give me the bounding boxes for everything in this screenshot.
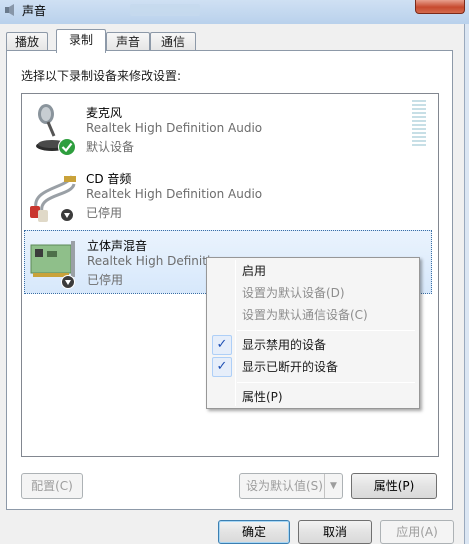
device-status: 已停用 bbox=[86, 206, 123, 220]
configure-button[interactable]: 配置(C) bbox=[21, 473, 83, 499]
device-description: Realtek High Definiti bbox=[87, 254, 211, 268]
window-title: 声音 bbox=[22, 4, 47, 18]
chevron-down-icon[interactable]: ▼ bbox=[324, 474, 342, 498]
ok-button[interactable]: 确定 bbox=[218, 520, 290, 544]
tab-sounds[interactable]: 声音 bbox=[106, 32, 150, 52]
menu-item-show-disabled[interactable]: ✓ 显示禁用的设备 bbox=[209, 334, 417, 356]
context-menu: 启用 设置为默认设备(D) 设置为默认通信设备(C) ✓ 显示禁用的设备 ✓ 显… bbox=[206, 257, 420, 409]
checkmark-icon: ✓ bbox=[212, 357, 232, 377]
device-name: CD 音频 bbox=[86, 172, 132, 186]
menu-item-show-disconnected[interactable]: ✓ 显示已断开的设备 bbox=[209, 356, 417, 378]
disabled-arrow-icon bbox=[60, 208, 74, 222]
apply-button[interactable]: 应用(A) bbox=[380, 520, 454, 544]
device-item-cd-audio[interactable]: CD 音频 Realtek High Definition Audio 已停用 bbox=[24, 164, 432, 228]
menu-item-label: 设置为默认设备(D) bbox=[242, 286, 345, 300]
set-default-split-button[interactable]: 设为默认值(S) ▼ bbox=[239, 473, 343, 499]
menu-item-properties[interactable]: 属性(P) bbox=[209, 386, 417, 408]
tab-playback[interactable]: 播放 bbox=[6, 32, 48, 52]
menu-item-label: 显示已断开的设备 bbox=[242, 360, 339, 374]
menu-separator bbox=[237, 382, 415, 383]
menu-item-label: 设置为默认通信设备(C) bbox=[242, 308, 368, 322]
device-status: 已停用 bbox=[87, 273, 124, 287]
checkmark-icon: ✓ bbox=[212, 335, 232, 355]
menu-item-enable[interactable]: 启用 bbox=[209, 260, 417, 282]
menu-item-set-default[interactable]: 设置为默认设备(D) bbox=[209, 282, 417, 304]
tab-communications[interactable]: 通信 bbox=[150, 32, 196, 52]
menu-separator bbox=[237, 330, 415, 331]
properties-button[interactable]: 属性(P) bbox=[351, 473, 437, 499]
device-status: 默认设备 bbox=[86, 140, 135, 154]
title-bar: 声音 bbox=[0, 0, 469, 24]
cancel-button[interactable]: 取消 bbox=[298, 520, 372, 544]
title-blur bbox=[130, 4, 200, 16]
speaker-icon bbox=[5, 4, 14, 16]
menu-item-label: 属性(P) bbox=[242, 390, 283, 404]
level-meter bbox=[412, 100, 426, 146]
default-check-icon bbox=[58, 138, 76, 156]
set-default-label: 设为默认值(S) bbox=[246, 479, 323, 493]
disabled-arrow-icon bbox=[61, 275, 75, 289]
device-name: 立体声混音 bbox=[87, 239, 148, 253]
menu-item-label: 显示禁用的设备 bbox=[242, 338, 327, 352]
device-name: 麦克风 bbox=[86, 106, 123, 120]
menu-item-label: 启用 bbox=[242, 264, 267, 278]
tab-recording[interactable]: 录制 bbox=[56, 29, 106, 53]
close-button[interactable] bbox=[415, 0, 465, 14]
device-item-microphone[interactable]: 麦克风 Realtek High Definition Audio 默认设备 bbox=[24, 98, 432, 162]
device-description: Realtek High Definition Audio bbox=[86, 121, 263, 135]
menu-item-set-default-comm[interactable]: 设置为默认通信设备(C) bbox=[209, 304, 417, 326]
instruction-text: 选择以下录制设备来修改设置: bbox=[21, 69, 182, 83]
device-description: Realtek High Definition Audio bbox=[86, 187, 263, 201]
